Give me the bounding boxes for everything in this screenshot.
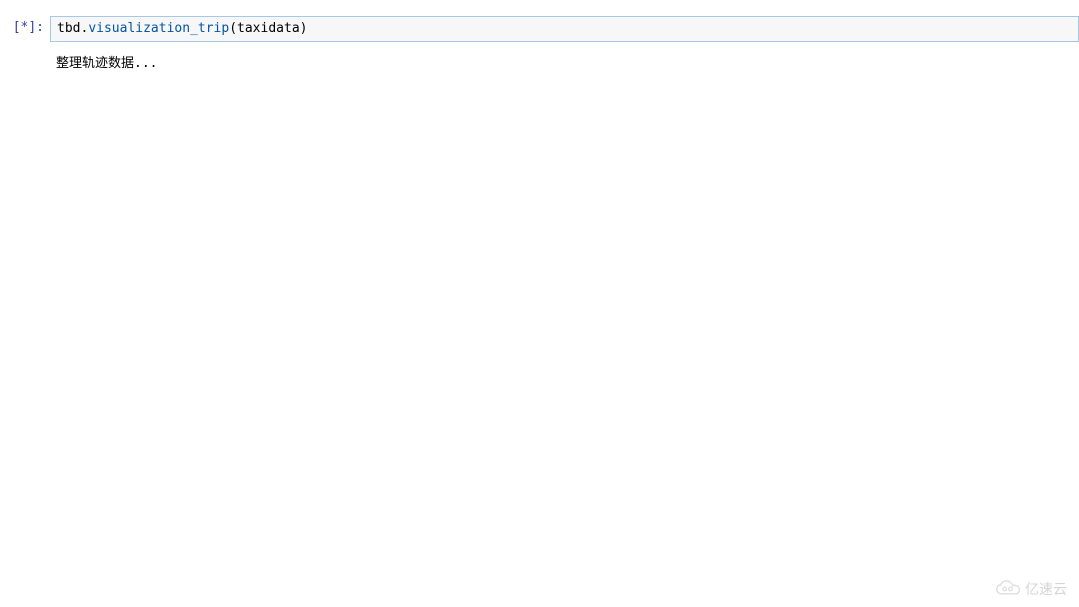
input-wrapper: tbd.visualization_trip(taxidata): [50, 16, 1079, 42]
output-prompt-spacer: [8, 50, 50, 73]
prompt-close: ]:: [28, 20, 44, 35]
input-prompt: [*]:: [8, 16, 50, 42]
output-text: 整理轨迹数据...: [50, 50, 163, 73]
watermark: 亿速云: [995, 579, 1067, 599]
watermark-text: 亿速云: [1025, 579, 1067, 599]
code-token-object: tbd.: [57, 21, 88, 36]
code-input[interactable]: tbd.visualization_trip(taxidata): [50, 16, 1079, 42]
cloud-icon: [995, 580, 1021, 598]
code-token-paren-close: ): [300, 21, 308, 36]
output-area: 整理轨迹数据...: [0, 42, 1079, 73]
notebook-cell: [*]: tbd.visualization_trip(taxidata): [0, 0, 1079, 42]
code-token-paren-open: (: [229, 21, 237, 36]
code-token-argument: taxidata: [237, 21, 300, 36]
code-token-function: visualization_trip: [88, 21, 229, 36]
prompt-open: [: [13, 20, 21, 35]
